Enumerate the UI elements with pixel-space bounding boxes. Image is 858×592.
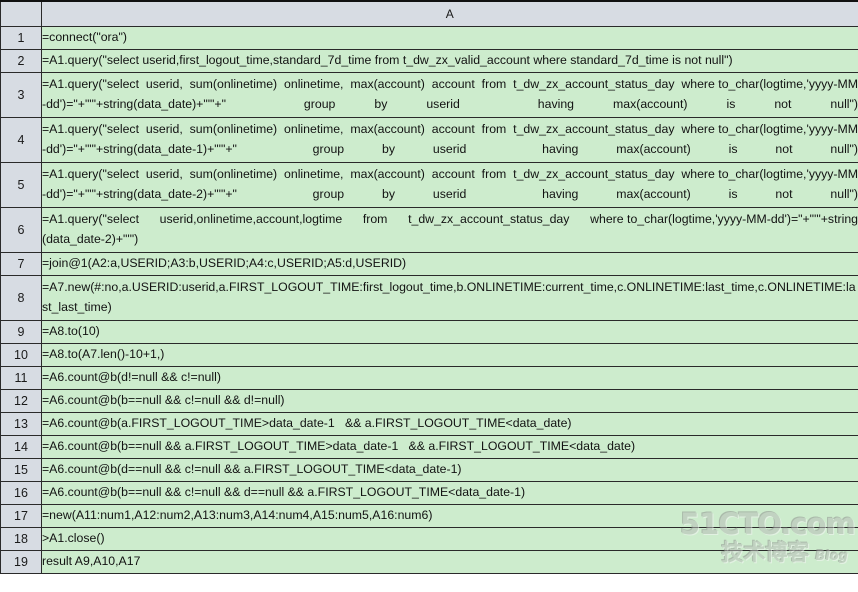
row-number-cell[interactable]: 2 [0,48,42,73]
table-row: 7 =join@1(A2:a,USERID;A3:b,USERID;A4:c,US… [0,251,858,276]
cell-a1[interactable]: =connect("ora") [41,25,858,50]
table-row: 17 =new(A11:num1,A12:num2,A13:num3,A14:nu… [0,503,858,528]
table-row: 10 =A8.to(A7.len()-10+1,) [0,342,858,367]
cell-a4[interactable]: =A1.query("select userid, sum(onlinetime… [41,116,858,163]
row-number-cell[interactable]: 3 [0,71,42,118]
cell-a7[interactable]: =join@1(A2:a,USERID;A3:b,USERID;A4:c,USE… [41,251,858,276]
column-header-row: A [0,0,858,27]
cell-a11[interactable]: =A6.count@b(d!=null && c!=null) [41,365,858,390]
cell-a2[interactable]: =A1.query("select userid,first_logout_ti… [41,48,858,73]
row-number-cell[interactable]: 6 [0,206,42,253]
row-number-cell[interactable]: 13 [0,411,42,436]
row-number-cell[interactable]: 5 [0,161,42,208]
table-row: 18 >A1.close() [0,526,858,551]
row-number-cell[interactable]: 16 [0,480,42,505]
cell-a18[interactable]: >A1.close() [41,526,858,551]
table-row: 4 =A1.query("select userid, sum(onlinetim… [0,116,858,163]
table-row: 1 =connect("ora") [0,25,858,50]
cell-a13[interactable]: =A6.count@b(a.FIRST_LOGOUT_TIME>data_dat… [41,411,858,436]
row-number-cell[interactable]: 10 [0,342,42,367]
table-row: 2 =A1.query("select userid,first_logout_t… [0,48,858,73]
table-row: 5 =A1.query("select userid, sum(onlinetim… [0,161,858,208]
row-number-cell[interactable]: 9 [0,319,42,344]
script-table-body: 1 =connect("ora") 2 =A1.query("select useri… [0,25,858,574]
cell-a15[interactable]: =A6.count@b(d==null && c!=null && a.FIRS… [41,457,858,482]
script-table: A 1 =connect("ora") 2 =A1.query("select use… [0,0,858,574]
row-number-cell[interactable]: 11 [0,365,42,390]
row-number-cell[interactable]: 12 [0,388,42,413]
cell-a5[interactable]: =A1.query("select userid, sum(onlinetime… [41,161,858,208]
cell-a8[interactable]: =A7.new(#:no,a.USERID:userid,a.FIRST_LOG… [41,274,858,321]
table-row: 19 result A9,A10,A17 [0,549,858,574]
cell-a17[interactable]: =new(A11:num1,A12:num2,A13:num3,A14:num4… [41,503,858,528]
table-row: 3 =A1.query("select userid, sum(onlinetim… [0,71,858,118]
row-number-cell[interactable]: 4 [0,116,42,163]
row-number-cell[interactable]: 14 [0,434,42,459]
row-number-cell[interactable]: 8 [0,274,42,321]
table-row: 6 =A1.query("select userid,onlinetime,acc… [0,206,858,253]
row-number-cell[interactable]: 15 [0,457,42,482]
table-row: 9 =A8.to(10) [0,319,858,344]
cell-a14[interactable]: =A6.count@b(b==null && a.FIRST_LOGOUT_TI… [41,434,858,459]
table-row: 16 =A6.count@b(b==null && c!=null && d==n… [0,480,858,505]
cell-a19[interactable]: result A9,A10,A17 [41,549,858,574]
table-row: 13 =A6.count@b(a.FIRST_LOGOUT_TIME>data_d… [0,411,858,436]
table-row: 12 =A6.count@b(b==null && c!=null && d!=n… [0,388,858,413]
cell-a16[interactable]: =A6.count@b(b==null && c!=null && d==nul… [41,480,858,505]
cell-a3[interactable]: =A1.query("select userid, sum(onlinetime… [41,71,858,118]
cell-a9[interactable]: =A8.to(10) [41,319,858,344]
row-number-cell[interactable]: 17 [0,503,42,528]
table-row: 14 =A6.count@b(b==null && a.FIRST_LOGOUT_… [0,434,858,459]
row-number-cell[interactable]: 7 [0,251,42,276]
table-row: 11 =A6.count@b(d!=null && c!=null) [0,365,858,390]
cell-a12[interactable]: =A6.count@b(b==null && c!=null && d!=nul… [41,388,858,413]
table-row: 15 =A6.count@b(d==null && c!=null && a.FI… [0,457,858,482]
spreadsheet-grid: A 1 =connect("ora") 2 =A1.query("select use… [0,0,858,592]
column-header-a[interactable]: A [41,0,858,27]
row-number-cell[interactable]: 18 [0,526,42,551]
cell-a6[interactable]: =A1.query("select userid,onlinetime,acco… [41,206,858,253]
table-row: 8 =A7.new(#:no,a.USERID:userid,a.FIRST_LO… [0,274,858,321]
row-number-cell[interactable]: 19 [0,549,42,574]
cell-a10[interactable]: =A8.to(A7.len()-10+1,) [41,342,858,367]
row-number-cell[interactable]: 1 [0,25,42,50]
select-all-corner[interactable] [0,0,42,27]
